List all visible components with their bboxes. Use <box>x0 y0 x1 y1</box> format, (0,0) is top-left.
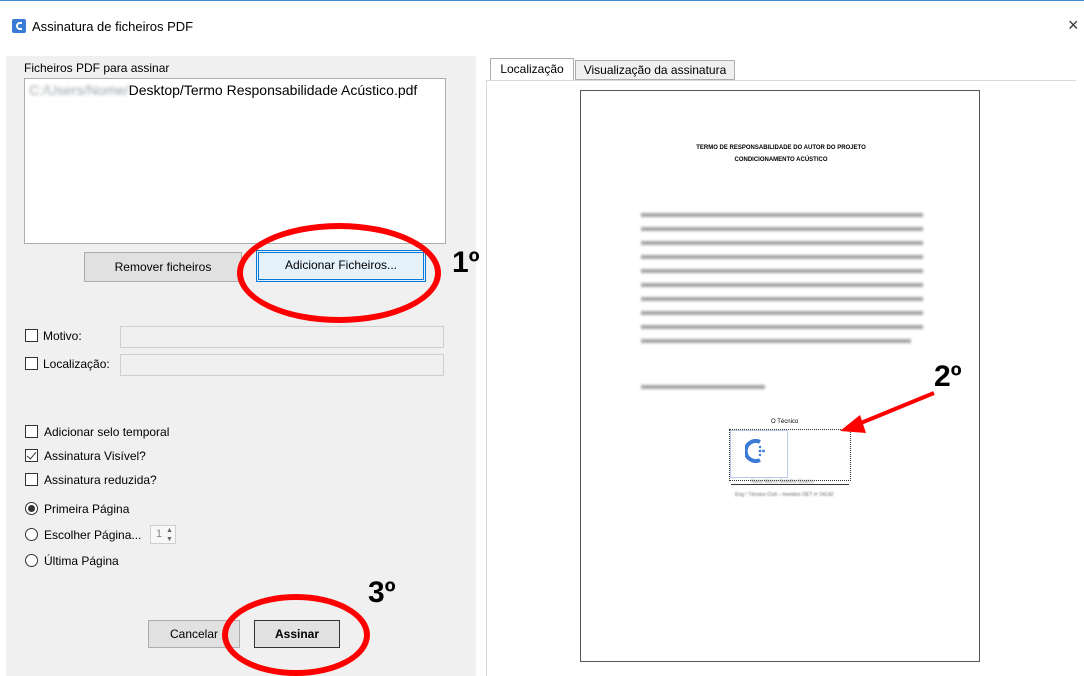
doc-text-line <box>641 241 923 245</box>
doc-text-line <box>641 297 923 301</box>
doc-text-line <box>641 255 923 259</box>
doc-text-line <box>641 213 923 217</box>
motivo-label: Motivo: <box>43 329 82 343</box>
localizacao-label: Localização: <box>43 357 110 371</box>
annotation-ellipse-step1 <box>237 223 441 323</box>
annotation-ellipse-step3 <box>222 594 370 676</box>
page-number-spinbox[interactable]: 1 ▲ ▼ <box>150 525 176 544</box>
window-title: Assinatura de ficheiros PDF <box>32 19 194 34</box>
doc-text-line <box>641 283 923 287</box>
annotation-arrow-icon <box>840 391 935 433</box>
signature-image-frame <box>730 430 788 478</box>
last-page-label: Última Página <box>44 554 119 568</box>
cartao-cidadao-logo-icon <box>745 439 765 463</box>
doc-text-line <box>641 227 923 231</box>
first-page-radio[interactable] <box>25 502 38 515</box>
doc-date-line <box>641 385 765 389</box>
files-label: Ficheiros PDF para assinar <box>24 61 170 75</box>
motivo-field[interactable] <box>120 326 444 348</box>
visible-signature-checkbox[interactable] <box>25 449 38 462</box>
annotation-step1: 1º <box>452 246 480 279</box>
close-icon[interactable]: × <box>1068 15 1079 36</box>
timestamp-label: Adicionar selo temporal <box>44 425 170 439</box>
file-list[interactable]: C:/Users/Nome/Desktop/Termo Responsabili… <box>24 78 446 244</box>
remove-files-button[interactable]: Remover ficheiros <box>84 252 242 282</box>
doc-text-line <box>641 269 923 273</box>
pdf-page-preview[interactable]: TERMO DE RESPONSABILIDADE DO AUTOR DO PR… <box>580 90 980 662</box>
doc-text-line <box>641 311 923 315</box>
file-list-item[interactable]: C:/Users/Nome/Desktop/Termo Responsabili… <box>29 82 417 98</box>
file-path-name: Desktop/Termo Responsabilidade Acústico.… <box>128 82 418 98</box>
reduced-signature-label: Assinatura reduzida? <box>44 473 157 487</box>
tab-localizacao[interactable]: Localização <box>490 58 574 80</box>
motivo-checkbox[interactable] <box>25 329 38 342</box>
last-page-radio[interactable] <box>25 554 38 567</box>
localizacao-field[interactable] <box>120 354 444 376</box>
app-icon <box>12 19 26 33</box>
first-page-label: Primeira Página <box>44 502 130 516</box>
localizacao-checkbox[interactable] <box>25 357 38 370</box>
tab-visualizacao[interactable]: Visualização da assinatura <box>575 60 735 80</box>
file-path-prefix: C:/Users/Nome/ <box>29 82 129 98</box>
spin-arrows-icon[interactable]: ▲ ▼ <box>166 526 173 544</box>
signer-name: Nuno Marco Botelho Soares <box>751 479 814 485</box>
choose-page-label: Escolher Página... <box>44 528 142 542</box>
annotation-step3: 3º <box>368 576 396 609</box>
doc-title-line1: TERMO DE RESPONSABILIDADE DO AUTOR DO PR… <box>696 145 866 151</box>
timestamp-checkbox[interactable] <box>25 425 38 438</box>
signer-role: Eng.º Técnico Civil – membro OET nº 2414… <box>735 492 834 498</box>
choose-page-radio[interactable] <box>25 528 38 541</box>
doc-text-line <box>641 325 923 329</box>
page-number-value: 1 <box>156 528 163 540</box>
signature-caption: O Técnico <box>771 419 799 425</box>
doc-title-line2: CONDICIONAMENTO ACÚSTICO <box>734 157 828 163</box>
visible-signature-label: Assinatura Visível? <box>44 449 146 463</box>
doc-text-line <box>641 339 911 343</box>
reduced-signature-checkbox[interactable] <box>25 473 38 486</box>
